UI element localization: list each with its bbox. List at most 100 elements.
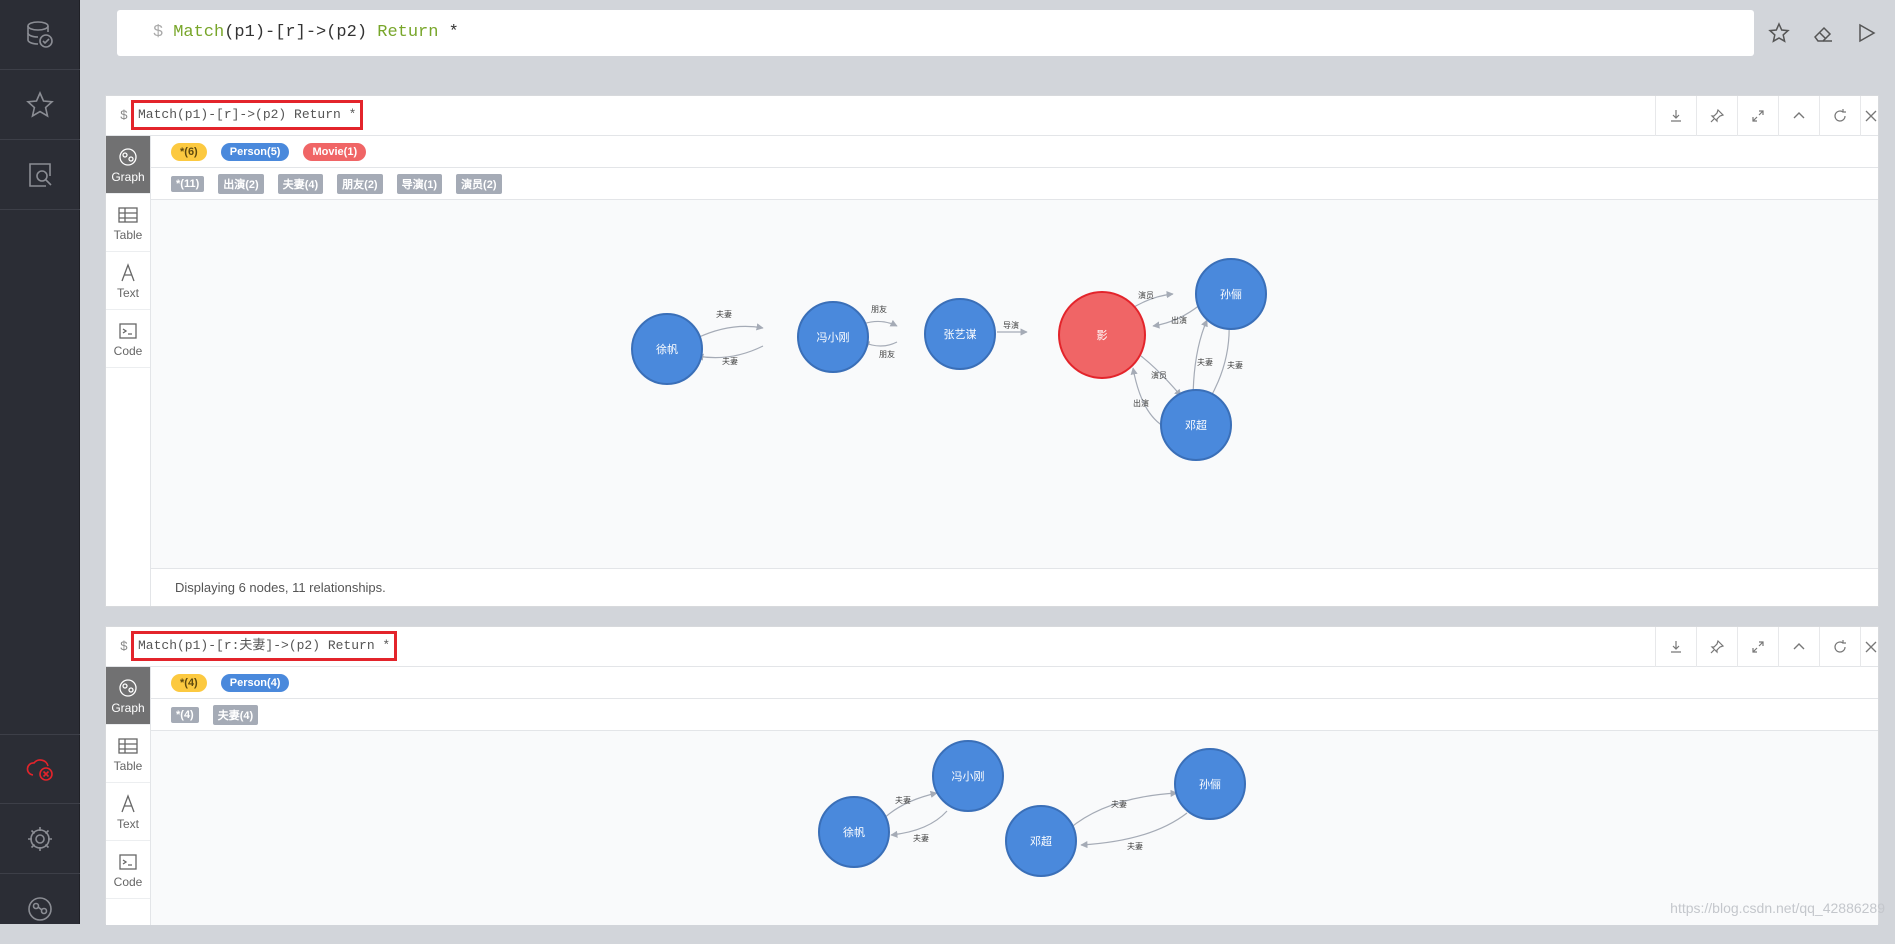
close-icon [1863,108,1879,124]
refresh-icon [1832,108,1848,124]
favorite-button[interactable] [1762,16,1796,50]
tab-text[interactable]: Text [106,783,150,841]
node-xufan-label: 徐帆 [843,825,865,839]
download-button[interactable] [1655,96,1695,136]
fullscreen-button[interactable] [1737,627,1777,667]
tab-graph-label: Graph [111,701,144,715]
expand-icon [1750,639,1766,655]
tab-code-label: Code [114,344,143,358]
cloud-error-icon[interactable] [0,734,80,804]
watermark: https://blog.csdn.net/qq_42886289 [1670,900,1885,916]
result-frame-2: $ Match(p1)-[r:夫妻]->(p2) Return * Graph … [105,626,1879,924]
close-button[interactable] [1860,627,1880,667]
frame-header: $ Match(p1)-[r:夫妻]->(p2) Return * [106,627,1878,667]
frame-query[interactable]: Match(p1)-[r:夫妻]->(p2) Return * [131,631,397,661]
edge-label: 出演 [1171,315,1187,325]
fullscreen-button[interactable] [1737,96,1777,136]
collapse-button[interactable] [1778,627,1818,667]
download-icon [1668,108,1684,124]
rel-fuqi[interactable]: 夫妻(4) [278,174,323,194]
left-sidebar [0,0,80,924]
frame-query[interactable]: Match(p1)-[r]->(p2) Return * [131,100,363,130]
view-tabs: Graph Table Text Code [106,136,151,606]
tab-graph[interactable]: Graph [106,136,150,194]
rel-chuyan[interactable]: 出演(2) [218,174,263,194]
favorite-icon [1767,21,1791,45]
collapse-button[interactable] [1778,96,1818,136]
edge-label: 夫妻 [913,833,929,843]
rel-daoyan[interactable]: 导演(1) [397,174,442,194]
graph-canvas[interactable]: 夫妻 夫妻 朋友 朋友 导演 演员 出演 演员 出演 夫妻 夫妻 徐帆 冯小刚 … [151,200,1878,568]
table-icon [117,204,139,226]
tab-code[interactable]: Code [106,841,150,899]
database-icon[interactable] [0,0,80,70]
tab-text[interactable]: Text [106,252,150,310]
label-movie[interactable]: Movie(1) [303,143,366,161]
search-doc-icon[interactable] [0,140,80,210]
pin-icon [1709,108,1725,124]
node-dengchao-label: 邓超 [1185,418,1207,432]
pin-button[interactable] [1696,96,1736,136]
node-ying-label: 影 [1097,329,1108,342]
node-feng-label: 冯小刚 [817,331,850,344]
editor-keyword-match: Match [173,23,224,42]
tab-table[interactable]: Table [106,725,150,783]
rerun-button[interactable] [1819,627,1859,667]
rel-all[interactable]: *(11) [171,176,204,192]
rel-pengyou[interactable]: 朋友(2) [337,174,382,194]
label-all[interactable]: *(4) [171,674,207,692]
tab-code[interactable]: Code [106,310,150,368]
relationship-types-row: *(11) 出演(2) 夫妻(4) 朋友(2) 导演(1) 演员(2) [151,168,1878,200]
edge-label: 导演 [1003,320,1019,330]
code-icon [117,851,139,873]
table-icon [117,735,139,757]
tab-table-label: Table [114,228,143,242]
tab-table[interactable]: Table [106,194,150,252]
graph-canvas[interactable]: 夫妻 夫妻 夫妻 夫妻 冯小刚 徐帆 孙俪 邓超 [151,731,1878,925]
label-all[interactable]: *(6) [171,143,207,161]
result-frame-1: $ Match(p1)-[r]->(p2) Return * Graph Tab… [105,95,1879,607]
node-labels-row: *(6) Person(5) Movie(1) [151,136,1878,168]
label-person[interactable]: Person(4) [221,674,290,692]
edge-label: 朋友 [879,349,895,359]
code-icon [117,320,139,342]
tab-table-label: Table [114,759,143,773]
star-icon[interactable] [0,70,80,140]
edge-label: 夫妻 [1127,841,1143,851]
node-labels-row: *(4) Person(4) [151,667,1878,699]
editor-tail: * [449,23,459,42]
frame-header: $ Match(p1)-[r]->(p2) Return * [106,96,1878,136]
run-button[interactable] [1849,16,1883,50]
rel-fuqi[interactable]: 夫妻(4) [213,705,258,725]
pin-button[interactable] [1696,627,1736,667]
edge-label: 夫妻 [1227,360,1243,370]
edge-label: 演员 [1138,290,1154,300]
node-sunli-label: 孙俪 [1199,778,1221,791]
tab-graph[interactable]: Graph [106,667,150,725]
query-editor[interactable]: $Match(p1)-[r]->(p2) Return * [117,10,1754,56]
close-button[interactable] [1860,96,1880,136]
neo4j-logo-icon[interactable] [0,874,80,944]
tab-text-label: Text [117,286,139,300]
graph-nodes: 冯小刚 徐帆 孙俪 邓超 [819,741,1245,876]
edge-feng-xufan [697,346,763,358]
label-person[interactable]: Person(5) [221,143,290,161]
clear-button[interactable] [1806,16,1840,50]
node-sunli-label: 孙俪 [1220,288,1242,301]
edge-label: 朋友 [871,304,887,314]
edge-label: 夫妻 [1197,357,1213,367]
close-icon [1863,639,1879,655]
eraser-icon [1811,21,1835,45]
rel-yanyuan[interactable]: 演员(2) [456,174,501,194]
edge-label: 夫妻 [1111,799,1127,809]
gear-icon[interactable] [0,804,80,874]
rerun-button[interactable] [1819,96,1859,136]
download-button[interactable] [1655,627,1695,667]
graph-icon [117,677,139,699]
play-icon [1854,21,1878,45]
edge-dengchao-sunli [1069,793,1177,829]
edge-sunli-dengchao [1081,813,1187,845]
tab-code-label: Code [114,875,143,889]
text-icon [117,793,139,815]
rel-all[interactable]: *(4) [171,707,199,723]
